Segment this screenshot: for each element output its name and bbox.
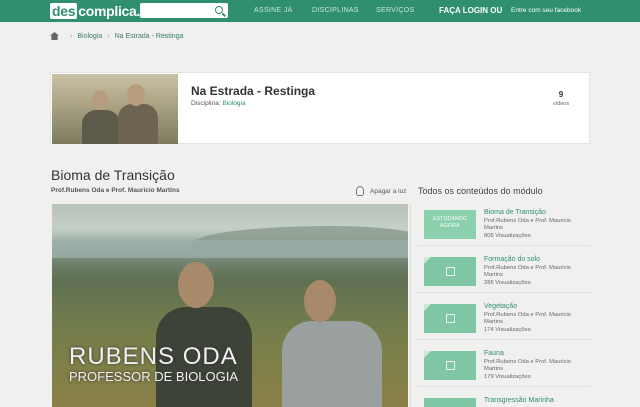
lights-off-label: Apagar a luz [370,187,407,195]
thumbnail-person-head [127,84,145,106]
module-item-current[interactable]: ESTUDANDO AGORA Bioma de Transição Prof.R… [418,204,590,246]
breadcrumb-separator: › [107,32,110,40]
thumbnail-person [118,104,158,144]
module-item[interactable]: Transgressão Marinha [418,392,590,407]
search-icon[interactable] [215,6,223,14]
lights-off-toggle[interactable]: Apagar a luz [356,186,407,196]
module-item-professors: Prof.Rubens Oda e Prof. Mauricio Martins [484,218,571,231]
play-icon [446,267,455,276]
course-card: Na Estrada - Restinga Disciplina: Biolog… [50,72,590,144]
video-overlay-name: RUBENS ODA [69,343,238,370]
lesson-title: Bioma de Transição [51,167,175,183]
video-person-head [178,262,214,308]
now-studying-badge: ESTUDANDO AGORA [424,216,476,230]
module-item[interactable]: Formação do solo Prof.Rubens Oda e Prof.… [418,251,590,293]
module-item-title: Bioma de Transição [484,209,546,216]
module-item-professors: Prof.Rubens Oda e Prof. Mauricio Martins [484,359,571,372]
course-thumbnail[interactable] [52,74,178,144]
module-item-views: 179 Visualizações [484,374,531,380]
top-bar: des complica. ASSINE JÁ DISCIPLINAS SERV… [0,0,640,22]
current-lesson-thumbnail: ESTUDANDO AGORA [424,210,476,239]
now-studying-line1: ESTUDANDO [432,216,468,222]
video-count-label: vídeos [552,101,570,107]
video-count: 9 [558,90,564,99]
video-player[interactable]: RUBENS ODA PROFESSOR DE BIOLOGIA [52,204,408,407]
course-title: Na Estrada - Restinga [191,84,316,98]
lesson-thumbnail [424,257,476,286]
module-item[interactable]: Vegetação Prof.Rubens Oda e Prof. Mauric… [418,298,590,340]
video-scene-water [52,240,408,258]
course-discipline: Disciplina: Biologia [191,100,246,107]
breadcrumb: › Biologia › Na Estrada - Restinga [50,30,183,42]
module-item-views: 174 Visualizações [484,327,531,333]
lesson-thumbnail [424,398,476,407]
logo-part-des: des [50,3,78,19]
module-item[interactable]: Fauna Prof.Rubens Oda e Prof. Mauricio M… [418,345,590,387]
discipline-link[interactable]: Biologia [222,100,245,107]
breadcrumb-course[interactable]: Na Estrada - Restinga [115,33,184,40]
nav-assine[interactable]: ASSINE JÁ [254,7,293,14]
nav-servicos[interactable]: SERVIÇOS [376,7,414,14]
play-icon [446,314,455,323]
module-item-title: Vegetação [484,303,518,310]
module-item-title: Transgressão Marinha [484,397,554,404]
descomplica-logo[interactable]: des complica. [50,3,140,19]
lesson-thumbnail [424,304,476,333]
home-icon[interactable] [50,32,59,40]
thumbnail-person-head [92,90,108,110]
module-item-professors: Prof.Rubens Oda e Prof. Mauricio Martins [484,265,571,278]
nav-disciplinas[interactable]: DISCIPLINAS [312,7,359,14]
login-link[interactable]: FAÇA LOGIN OU [439,6,502,15]
module-item-views: 286 Visualizações [484,280,531,286]
lesson-professors: Prof.Rubens Oda e Prof. Maurício Martins [51,187,180,194]
facebook-login-link[interactable]: Entre com seu facebook [511,7,581,14]
lightbulb-icon [356,186,364,196]
lesson-thumbnail [424,351,476,380]
now-studying-line2: AGORA [440,223,460,229]
column-divider [410,204,411,407]
breadcrumb-biologia[interactable]: Biologia [77,33,102,40]
play-icon [446,361,455,370]
breadcrumb-separator: › [70,32,73,40]
module-item-title: Fauna [484,350,504,357]
search-input[interactable] [140,3,228,18]
thumbnail-person [82,110,120,144]
video-person-mauricio [282,321,382,407]
discipline-label: Disciplina: [191,100,221,107]
video-overlay-role: PROFESSOR DE BIOLOGIA [69,369,239,384]
video-person-head [304,280,336,322]
module-item-professors: Prof.Rubens Oda e Prof. Mauricio Martins [484,312,571,325]
module-item-views: 806 Visualizações [484,233,531,239]
logo-part-complica: complica. [78,3,141,19]
module-contents-title: Todos os conteúdos do módulo [418,186,543,196]
module-item-title: Formação do solo [484,256,541,263]
